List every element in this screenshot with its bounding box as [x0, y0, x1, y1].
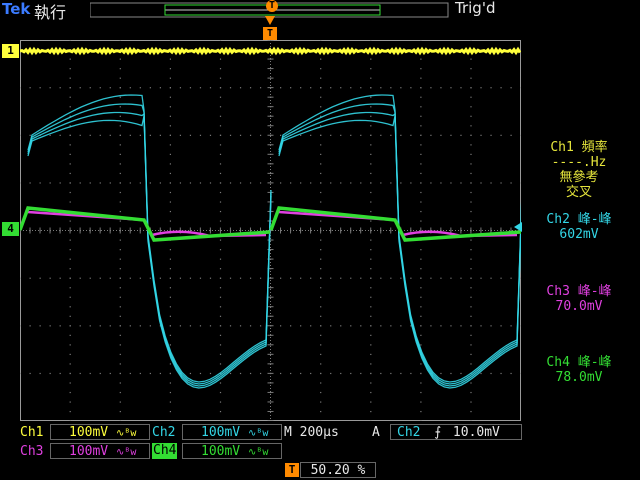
ch2-trace: [27, 111, 521, 387]
trigger-level: 10.0mV: [452, 425, 500, 440]
ch4-scale-readout[interactable]: 100mV ∿ᴮw: [182, 443, 282, 459]
ch1-meas-title: Ch1 頻率: [550, 140, 608, 155]
acquisition-mode: A: [372, 425, 380, 440]
ch4-ground-marker[interactable]: 4: [2, 222, 19, 236]
trigger-arrow-icon: [265, 16, 275, 25]
measurement-ch3-pkpk: Ch3 峰-峰 70.0mV: [520, 284, 638, 314]
record-trigger-marker: T: [266, 0, 278, 12]
ch2-trace: [27, 103, 521, 385]
ch1-meas-value: ----.Hz: [551, 155, 607, 170]
ch1-trace: [20, 46, 521, 56]
trigger-status: Trig'd: [455, 0, 496, 17]
ch1-label[interactable]: Ch1: [20, 425, 43, 441]
trigger-position-icon: T: [285, 463, 299, 477]
ch2-meas-value: 602mV: [559, 227, 599, 242]
brand-logo: Tek: [2, 0, 31, 18]
ch4-meas-value: 78.0mV: [555, 370, 603, 385]
ch1-ground-marker[interactable]: 1: [2, 44, 19, 58]
waveform-display[interactable]: [20, 40, 521, 421]
ch4-scale: 100mV: [201, 444, 241, 459]
ch2-label[interactable]: Ch2: [152, 425, 175, 441]
ch1-scale: 100mV: [69, 425, 109, 440]
measurement-ch2-pkpk: Ch2 峰-峰 602mV: [520, 212, 638, 242]
ch3-meas-value: 70.0mV: [555, 299, 603, 314]
timebase-readout[interactable]: M 200µs: [284, 425, 339, 441]
ch1-scale-readout[interactable]: 100mV ∿ᴮw: [50, 424, 150, 440]
graticule: [20, 40, 521, 421]
ch3-label[interactable]: Ch3: [20, 444, 43, 460]
ch1-meas-note1: 無參考: [559, 170, 599, 185]
ch3-scale-readout[interactable]: 100mV ∿ᴮw: [50, 443, 150, 459]
ch2-bw-icon: ∿ᴮw: [247, 428, 269, 439]
trigger-readout[interactable]: Ch2 ⨍ 10.0mV: [390, 424, 522, 440]
ch2-trace: [27, 115, 521, 389]
trigger-slope-icon: ⨍: [434, 425, 442, 440]
trigger-source: Ch2: [397, 425, 421, 440]
ch1-bw-icon: ∿ᴮw: [115, 428, 137, 439]
measurement-ch4-pkpk: Ch4 峰-峰 78.0mV: [520, 355, 638, 385]
trigger-position-marker[interactable]: T: [263, 27, 277, 40]
ch3-bw-icon: ∿ᴮw: [115, 447, 137, 458]
ch3-scale: 100mV: [69, 444, 109, 459]
trigger-position-readout[interactable]: 50.20 %: [300, 462, 376, 478]
acquisition-state: 執行: [34, 3, 67, 22]
ch4-meas-title: Ch4 峰-峰: [546, 355, 612, 370]
ch2-meas-title: Ch2 峰-峰: [546, 212, 612, 227]
ch4-bw-icon: ∿ᴮw: [247, 447, 269, 458]
ch2-scale-readout[interactable]: 100mV ∿ᴮw: [182, 424, 282, 440]
ch4-label[interactable]: Ch4: [152, 443, 178, 459]
measurement-ch1-freq: Ch1 頻率 ----.Hz 無參考 交叉: [520, 140, 638, 200]
ch3-meas-title: Ch3 峰-峰: [546, 284, 612, 299]
ch2-scale: 100mV: [201, 425, 241, 440]
ch1-meas-note2: 交叉: [565, 185, 592, 200]
